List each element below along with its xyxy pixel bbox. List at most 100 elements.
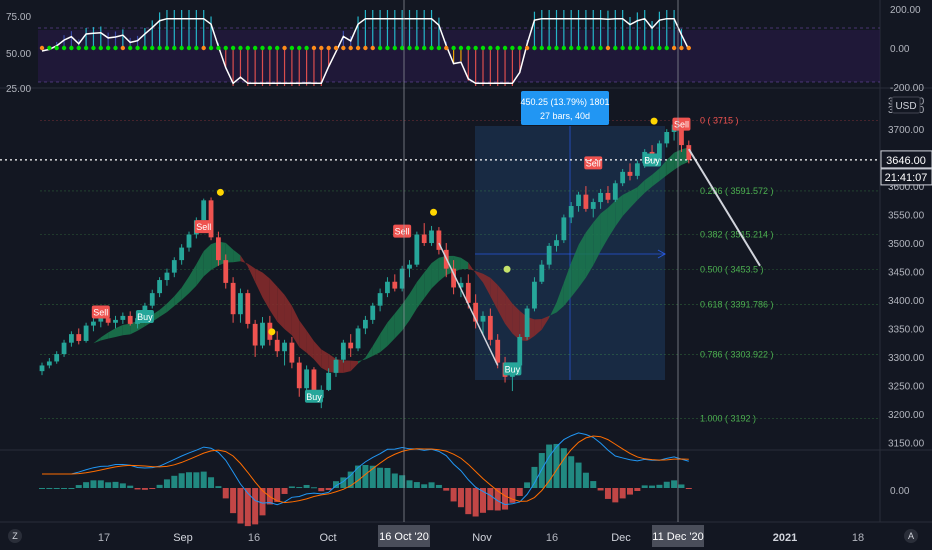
- candle-body: [634, 163, 640, 176]
- macd-bar: [112, 481, 119, 488]
- osc-dot: [252, 45, 258, 51]
- signal-label: Sell: [93, 307, 108, 317]
- candle-body: [282, 342, 287, 352]
- candle-body: [98, 318, 104, 322]
- candle-body: [355, 328, 361, 349]
- countdown: 21:41:07: [885, 172, 928, 184]
- osc-dot: [422, 45, 427, 51]
- candle-body: [245, 293, 251, 324]
- macd-bar: [200, 471, 207, 488]
- macd-bar: [465, 488, 472, 515]
- osc-right-tick: 200.00: [890, 5, 921, 16]
- candle-body: [186, 234, 192, 248]
- signal-dot: [430, 208, 438, 216]
- candle-body: [83, 325, 89, 341]
- candle-body: [407, 264, 412, 269]
- macd-bar: [163, 479, 170, 488]
- macd-bar: [105, 482, 112, 488]
- signal-label: Buy: [137, 312, 153, 322]
- macd-bar: [119, 483, 126, 488]
- macd-bar: [538, 453, 545, 488]
- measure-text: 27 bars, 40d: [540, 111, 590, 121]
- osc-dot: [583, 45, 589, 51]
- macd-bar: [156, 484, 163, 488]
- osc-dot: [164, 45, 170, 51]
- measure-text: 450.25 (13.79%) 1801: [520, 97, 609, 107]
- osc-dot: [495, 45, 500, 51]
- macd-bar: [97, 480, 104, 488]
- candle-body: [414, 234, 420, 265]
- macd-bar: [619, 488, 626, 499]
- candle-body: [333, 359, 339, 373]
- osc-band: [38, 30, 880, 82]
- candle-body: [164, 272, 170, 281]
- a-icon: A: [904, 529, 918, 543]
- osc-dot: [532, 45, 537, 51]
- candle-body: [583, 194, 589, 209]
- signal-dot: [650, 117, 658, 125]
- candle-body: [480, 315, 486, 322]
- candle-body: [157, 280, 162, 294]
- osc-dot: [267, 45, 273, 51]
- macd-bar: [325, 488, 332, 491]
- osc-dot: [245, 45, 250, 51]
- x-tick: 2021: [773, 532, 797, 544]
- candle-body: [517, 336, 523, 366]
- macd-bar: [68, 488, 75, 489]
- macd-bar: [134, 488, 141, 490]
- macd-bar: [406, 480, 413, 488]
- osc-dot: [635, 45, 640, 51]
- candle-body: [230, 282, 236, 315]
- macd-bar: [553, 443, 560, 488]
- macd-bar: [230, 488, 237, 514]
- candle-body: [539, 264, 545, 282]
- macd-bar: [171, 475, 178, 488]
- x-tick: Oct: [319, 532, 336, 544]
- osc-dot: [304, 45, 309, 51]
- currency-badge[interactable]: USD: [891, 96, 921, 114]
- candle-body: [46, 361, 52, 366]
- macd-bar: [597, 488, 604, 491]
- buy-signal: Buy: [503, 362, 522, 376]
- candle-body: [561, 217, 567, 241]
- osc-dot: [605, 45, 611, 51]
- osc-dot: [480, 45, 486, 51]
- macd-bar: [303, 484, 310, 488]
- osc-dot: [341, 45, 346, 51]
- chart-canvas[interactable]: 0 ( 3715 )0.236 ( 3591.572 )0.382 ( 3515…: [0, 0, 932, 550]
- macd-bar: [656, 484, 663, 488]
- macd-bar: [516, 488, 523, 496]
- auto-scale-button[interactable]: A: [896, 523, 932, 550]
- candle-body: [340, 342, 346, 360]
- candle-body: [576, 194, 581, 207]
- osc-dot: [679, 45, 684, 51]
- macd-bar: [685, 488, 692, 489]
- osc-dot: [150, 45, 155, 51]
- signal-dot: [503, 265, 511, 273]
- osc-dot: [275, 45, 280, 51]
- osc-dot: [348, 45, 353, 51]
- macd-bar: [288, 486, 295, 488]
- sell-signal: Sell: [672, 117, 691, 131]
- macd-bar: [560, 448, 567, 488]
- osc-dot: [385, 45, 390, 51]
- osc-dot: [113, 45, 118, 51]
- macd-bar: [627, 488, 633, 495]
- candle-body: [421, 234, 427, 244]
- osc-dot: [569, 45, 574, 51]
- timezone-button[interactable]: Z: [0, 523, 30, 550]
- osc-dot: [333, 45, 339, 51]
- ribbon-segment: [122, 323, 131, 336]
- osc-dot: [120, 45, 126, 51]
- fib-label: 0.786 ( 3303.922 ): [700, 350, 774, 360]
- candle-body: [370, 305, 376, 320]
- osc-dot: [524, 45, 530, 51]
- candle-body: [120, 315, 126, 320]
- x-tick: Sep: [173, 532, 193, 544]
- buy-signal: Buy: [304, 389, 323, 403]
- fib-label: 0.500 ( 3453.5 ): [700, 265, 764, 275]
- macd-bar: [641, 485, 648, 488]
- candle-body: [546, 245, 552, 265]
- macd-bar: [575, 462, 582, 488]
- candle-body: [598, 192, 603, 203]
